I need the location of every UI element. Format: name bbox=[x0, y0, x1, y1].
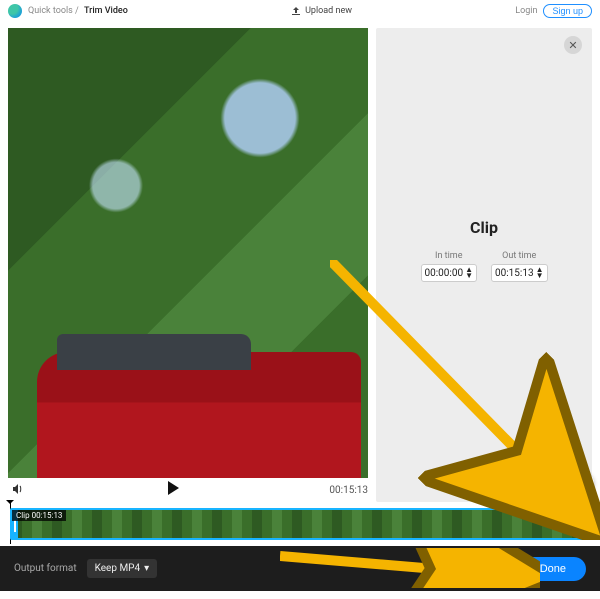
close-panel-button[interactable]: ✕ bbox=[564, 36, 582, 54]
output-format-value: Keep MP4 bbox=[95, 563, 141, 574]
header-right: Login Sign up bbox=[515, 4, 592, 18]
output-format-select[interactable]: Keep MP4 ▾ bbox=[87, 559, 158, 578]
login-link[interactable]: Login bbox=[515, 6, 537, 16]
timeline[interactable]: Clip 00:15:13 bbox=[0, 502, 600, 546]
breadcrumb-root[interactable]: Quick tools bbox=[28, 6, 73, 16]
in-time-label: In time bbox=[421, 251, 478, 261]
mute-button[interactable] bbox=[8, 483, 28, 498]
volume-icon bbox=[12, 483, 24, 495]
timeline-clip[interactable]: Clip 00:15:13 bbox=[10, 508, 590, 540]
upload-icon bbox=[291, 6, 301, 16]
video-preview[interactable] bbox=[8, 28, 368, 478]
clip-tag-prefix: Clip bbox=[16, 511, 30, 520]
close-icon: ✕ bbox=[568, 39, 577, 52]
app-logo-icon bbox=[8, 4, 22, 18]
breadcrumb-current: Trim Video bbox=[84, 6, 128, 16]
upload-new-label: Upload new bbox=[305, 6, 352, 16]
loop-icon: ↻ bbox=[572, 472, 594, 494]
chevron-down-icon: ▾ bbox=[144, 563, 149, 574]
output-format-label: Output format bbox=[14, 563, 77, 574]
in-time-field: In time 00:00:00 ▲▼ bbox=[421, 251, 478, 282]
play-icon bbox=[165, 480, 181, 496]
done-button[interactable]: Done bbox=[520, 557, 586, 581]
out-time-label: Out time bbox=[491, 251, 548, 261]
signup-button[interactable]: Sign up bbox=[543, 4, 592, 18]
main-area: 00:15:13 ✕ Clip In time 00:00:00 ▲▼ Out … bbox=[0, 22, 600, 502]
video-frame-foreground bbox=[37, 352, 361, 478]
out-time-input[interactable]: 00:15:13 ▲▼ bbox=[491, 264, 548, 282]
breadcrumb-separator: / bbox=[75, 6, 79, 16]
clip-trim-handle-right[interactable] bbox=[582, 510, 588, 538]
breadcrumb[interactable]: Quick tools / Trim Video bbox=[28, 6, 128, 16]
out-time-value: 00:15:13 bbox=[495, 268, 534, 279]
out-time-stepper[interactable]: ▲▼ bbox=[536, 267, 544, 279]
video-column: 00:15:13 bbox=[8, 28, 368, 502]
video-duration: 00:15:13 bbox=[318, 485, 368, 496]
footer-bar: Output format Keep MP4 ▾ Done bbox=[0, 546, 600, 591]
clip-tag: Clip 00:15:13 bbox=[12, 510, 66, 521]
video-controls: 00:15:13 bbox=[8, 478, 368, 502]
app-header: Quick tools / Trim Video Upload new Logi… bbox=[0, 0, 600, 22]
clip-tag-value: 00:15:13 bbox=[32, 511, 63, 520]
upload-new-button[interactable]: Upload new bbox=[128, 6, 515, 16]
clip-panel: ✕ Clip In time 00:00:00 ▲▼ Out time 00:1… bbox=[376, 28, 592, 502]
in-time-value: 00:00:00 bbox=[425, 268, 464, 279]
clip-time-row: In time 00:00:00 ▲▼ Out time 00:15:13 ▲▼ bbox=[421, 251, 548, 282]
in-time-input[interactable]: 00:00:00 ▲▼ bbox=[421, 264, 478, 282]
out-time-field: Out time 00:15:13 ▲▼ bbox=[491, 251, 548, 282]
clip-panel-title: Clip bbox=[470, 218, 498, 237]
in-time-stepper[interactable]: ▲▼ bbox=[465, 267, 473, 279]
play-button[interactable] bbox=[28, 480, 318, 500]
